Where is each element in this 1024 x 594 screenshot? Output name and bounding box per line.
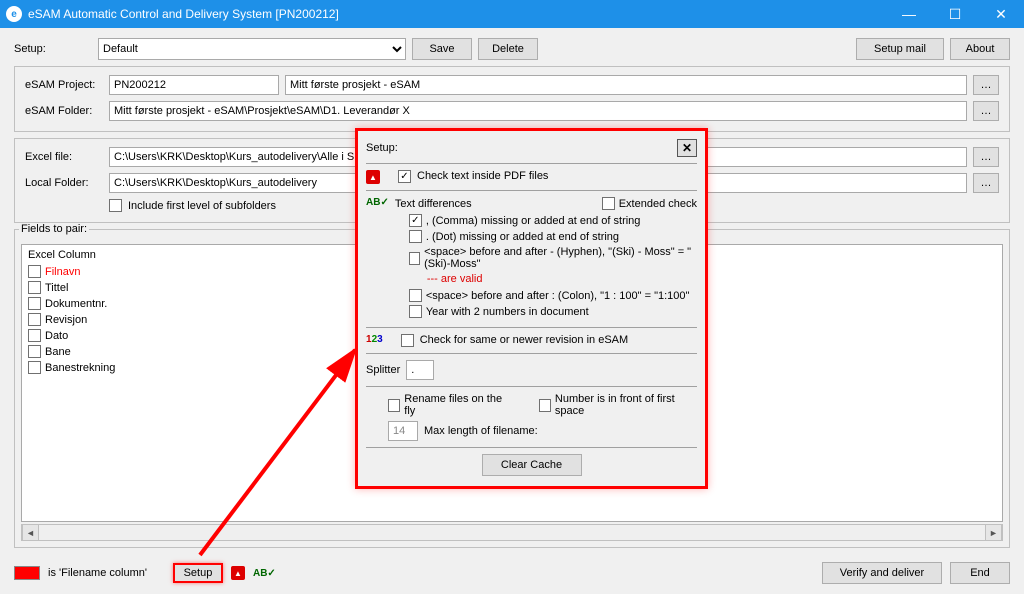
checkbox-icon[interactable] xyxy=(28,297,41,310)
excel-file-label: Excel file: xyxy=(25,151,103,163)
check-revision-label: Check for same or newer revision in eSAM xyxy=(420,334,628,346)
checkbox-icon[interactable] xyxy=(28,329,41,342)
popup-title: Setup: xyxy=(366,142,398,154)
esam-folder-input[interactable] xyxy=(109,101,967,121)
filename-legend: is 'Filename column' xyxy=(48,567,147,579)
verify-deliver-button[interactable]: Verify and deliver xyxy=(822,562,942,584)
setup-mail-button[interactable]: Setup mail xyxy=(856,38,944,60)
hyphen-note: --- are valid xyxy=(427,273,697,285)
abc-check-icon: AB✓ xyxy=(253,568,276,579)
minimize-button[interactable]: — xyxy=(886,0,932,28)
project-id-input[interactable] xyxy=(109,75,279,95)
local-folder-label: Local Folder: xyxy=(25,177,103,189)
setup-popup: Setup: ✕ ▲ ✓ Check text inside PDF files… xyxy=(355,128,708,489)
checkbox-icon[interactable] xyxy=(28,361,41,374)
local-browse-button[interactable]: … xyxy=(973,173,999,193)
maximize-button[interactable]: ☐ xyxy=(932,0,978,28)
include-subfolders-label: Include first level of subfolders xyxy=(128,200,276,212)
app-icon: e xyxy=(6,6,22,22)
end-button[interactable]: End xyxy=(950,562,1010,584)
setup-button-footer[interactable]: Setup xyxy=(173,563,223,583)
splitter-input[interactable] xyxy=(406,360,434,380)
popup-close-button[interactable]: ✕ xyxy=(677,139,697,157)
year-checkbox[interactable] xyxy=(409,305,422,318)
window-title: eSAM Automatic Control and Delivery Syst… xyxy=(28,7,886,21)
delete-button[interactable]: Delete xyxy=(478,38,538,60)
pdf-icon: ▲ xyxy=(231,566,245,580)
esam-folder-label: eSAM Folder: xyxy=(25,105,103,117)
hyphen-checkbox[interactable] xyxy=(409,252,420,265)
text-diff-label: Text differences xyxy=(395,198,472,210)
colon-checkbox[interactable] xyxy=(409,289,422,302)
filename-color-swatch xyxy=(14,566,40,580)
dot-checkbox[interactable] xyxy=(409,230,422,243)
close-button[interactable]: ✕ xyxy=(978,0,1024,28)
project-browse-button[interactable]: … xyxy=(973,75,999,95)
abc-check-icon: AB✓ xyxy=(366,197,389,208)
setup-label: Setup: xyxy=(14,43,92,55)
extended-check-checkbox[interactable] xyxy=(602,197,615,210)
project-label: eSAM Project: xyxy=(25,79,103,91)
excel-browse-button[interactable]: … xyxy=(973,147,999,167)
check-revision-checkbox[interactable] xyxy=(401,334,414,347)
check-pdf-checkbox[interactable]: ✓ xyxy=(398,170,411,183)
about-button[interactable]: About xyxy=(950,38,1010,60)
number-front-checkbox[interactable] xyxy=(539,399,551,412)
horizontal-scrollbar[interactable]: ◄ ► xyxy=(21,524,1003,541)
check-pdf-label: Check text inside PDF files xyxy=(417,170,548,182)
checkbox-icon[interactable] xyxy=(28,265,41,278)
revision-icon: 123 xyxy=(366,334,383,345)
include-subfolders-checkbox[interactable] xyxy=(109,199,122,212)
comma-checkbox[interactable]: ✓ xyxy=(409,214,422,227)
extended-check-label: Extended check xyxy=(619,198,697,210)
maxlen-input[interactable] xyxy=(388,421,418,441)
pdf-icon: ▲ xyxy=(366,170,380,184)
esam-folder-browse-button[interactable]: … xyxy=(973,101,999,121)
setup-dropdown[interactable]: Default xyxy=(98,38,406,60)
project-name-input[interactable] xyxy=(285,75,967,95)
checkbox-icon[interactable] xyxy=(28,313,41,326)
save-button[interactable]: Save xyxy=(412,38,472,60)
splitter-label: Splitter xyxy=(366,364,400,376)
rename-label: Rename files on the fly xyxy=(404,393,508,417)
scroll-left-icon[interactable]: ◄ xyxy=(22,525,39,540)
title-bar: e eSAM Automatic Control and Delivery Sy… xyxy=(0,0,1024,28)
rename-checkbox[interactable] xyxy=(388,399,400,412)
number-front-label: Number is in front of first space xyxy=(555,393,697,417)
checkbox-icon[interactable] xyxy=(28,345,41,358)
clear-cache-button[interactable]: Clear Cache xyxy=(482,454,582,476)
fields-legend: Fields to pair: xyxy=(19,223,89,235)
scroll-right-icon[interactable]: ► xyxy=(985,525,1002,540)
maxlen-label: Max length of filename: xyxy=(424,425,538,437)
checkbox-icon[interactable] xyxy=(28,281,41,294)
